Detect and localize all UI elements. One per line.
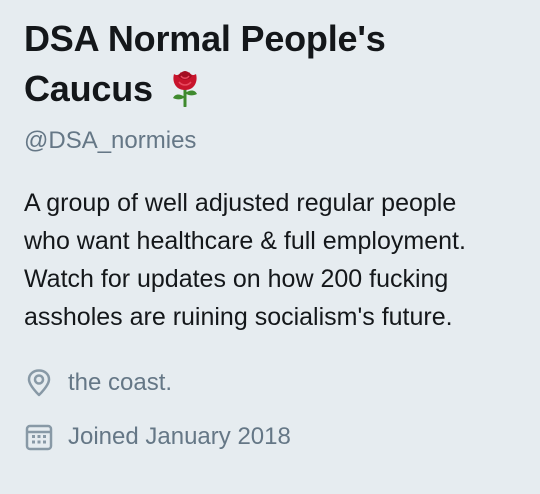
display-name-text: Caucus [24, 68, 153, 109]
rose-icon [167, 67, 203, 108]
bio-line: assholes are ruining socialism's future. [24, 303, 453, 331]
display-name: DSA Normal People's Caucus [24, 14, 524, 114]
location-text: the coast. [68, 369, 173, 396]
profile-handle[interactable]: @DSA_normies [24, 126, 524, 156]
bio-line: who want healthcare & full employment. [24, 227, 466, 255]
display-name-line-2: Caucus [24, 64, 524, 114]
profile-header: DSA Normal People's Caucus @DSA_normies … [24, 14, 524, 452]
profile-bio: A group of well adjusted regular people … [24, 184, 524, 336]
location-pin-icon [24, 368, 54, 398]
calendar-icon [24, 422, 54, 452]
profile-join-date: Joined January 2018 [24, 422, 524, 452]
bio-line: Watch for updates on how 200 fucking [24, 265, 449, 293]
bio-line: A group of well adjusted regular people [24, 189, 457, 217]
profile-location: the coast. [24, 368, 524, 398]
join-date-text: Joined January 2018 [68, 423, 291, 450]
display-name-line-1: DSA Normal People's [24, 18, 386, 59]
